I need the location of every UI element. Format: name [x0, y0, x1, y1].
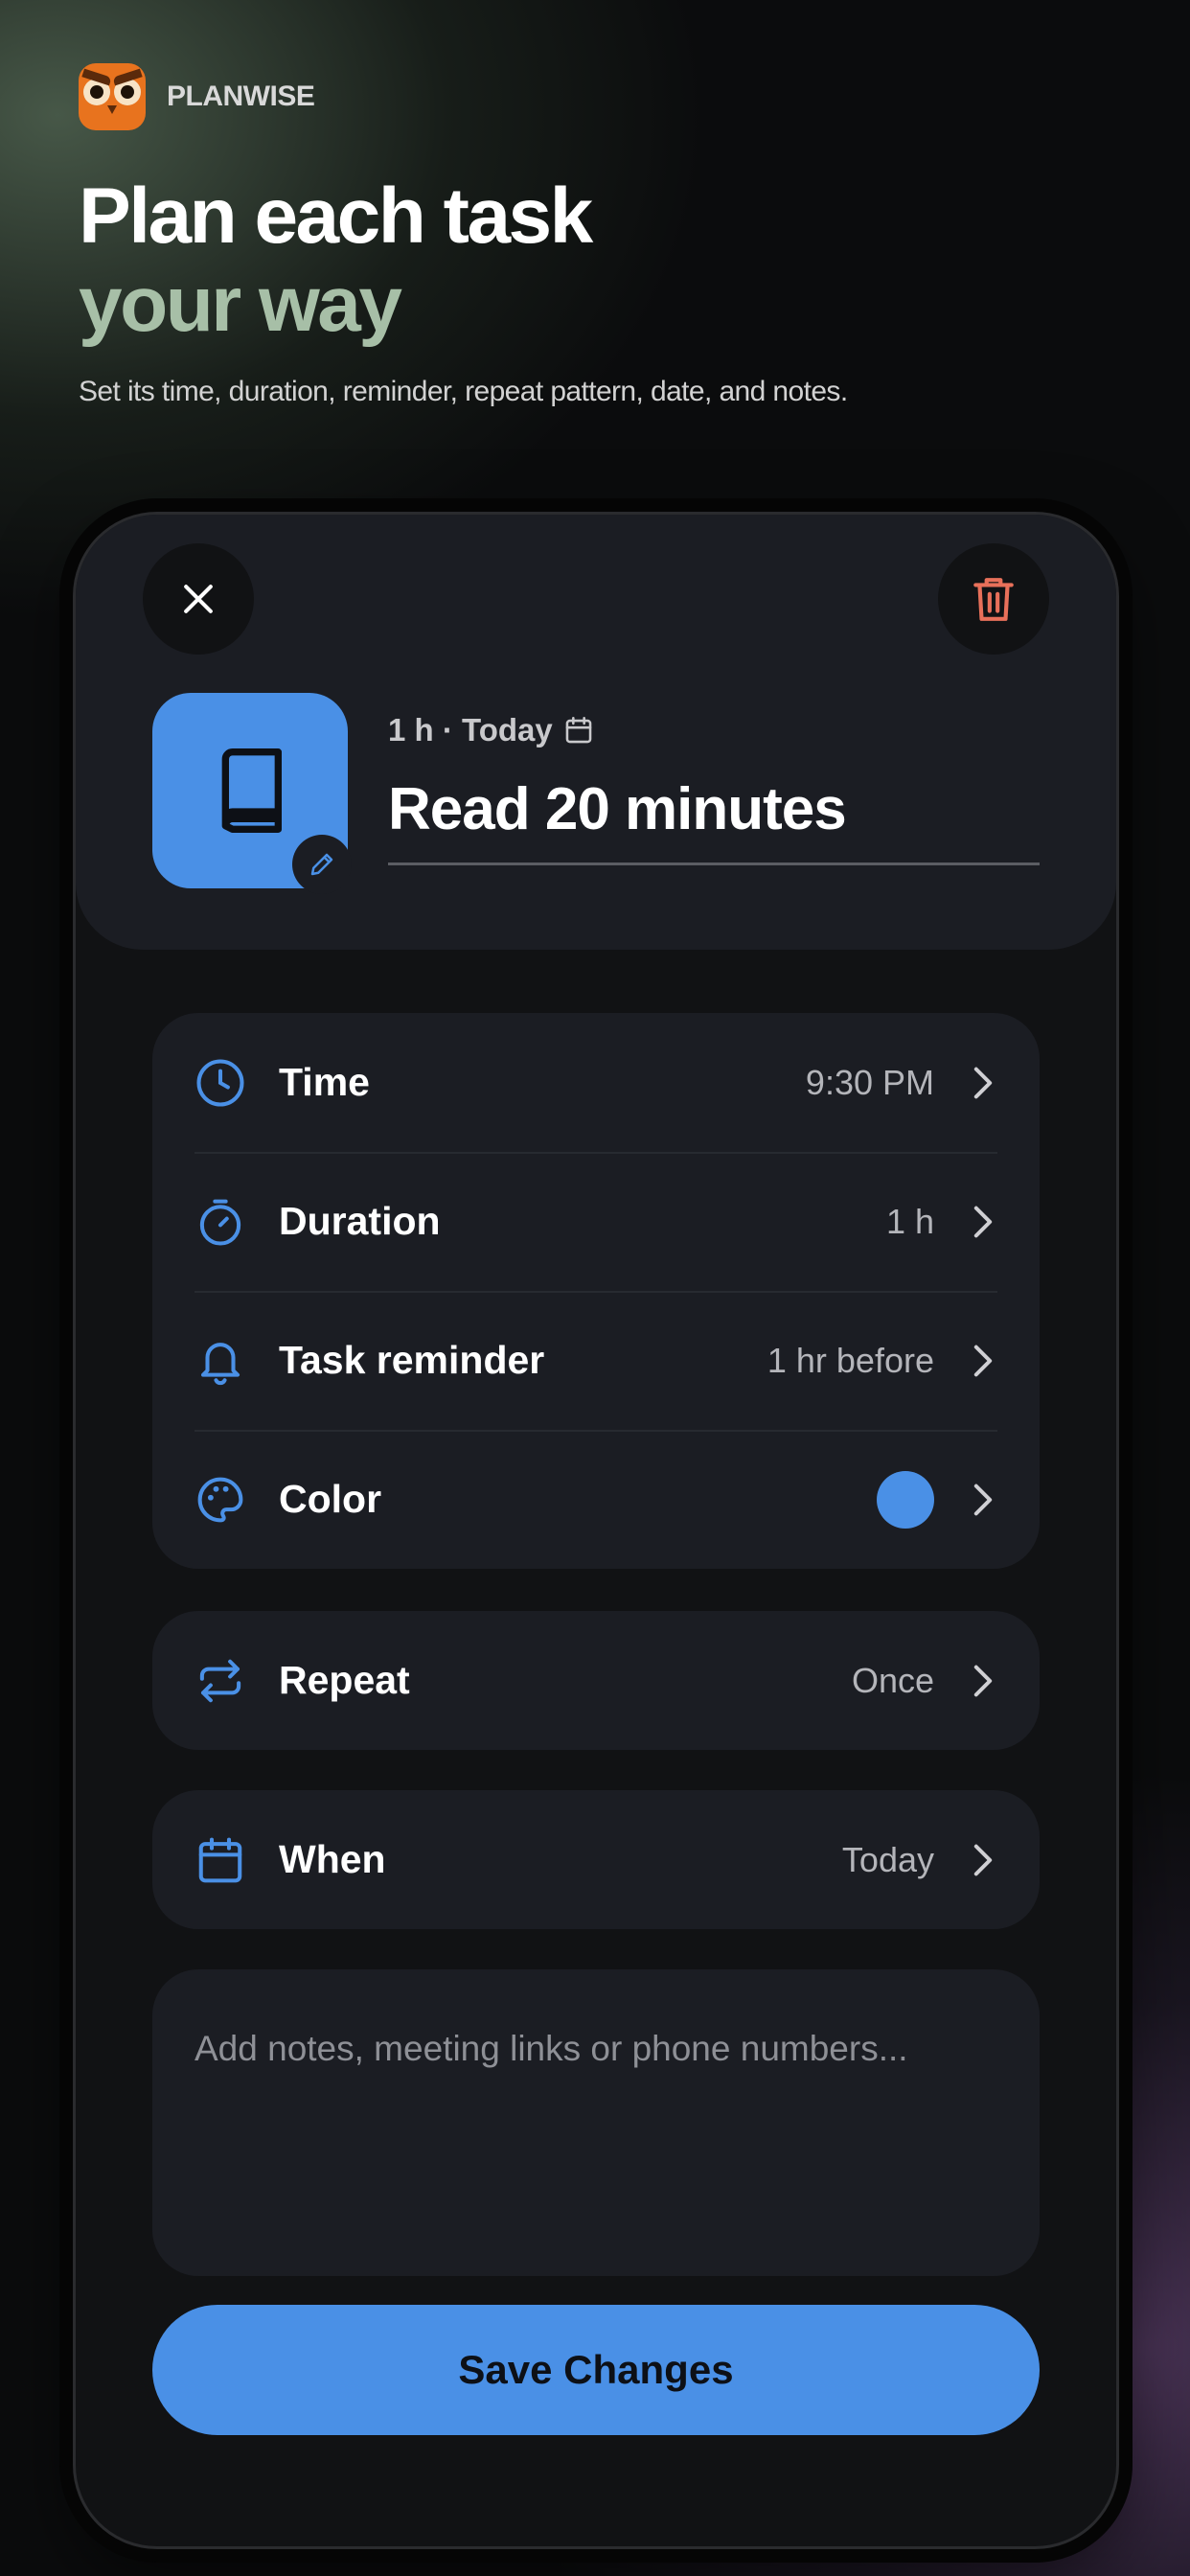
when-value: Today	[841, 1839, 934, 1879]
reminder-label: Task reminder	[279, 1338, 545, 1382]
brand-name: PLANWISE	[167, 80, 315, 112]
hero: Plan each task your way Set its time, du…	[79, 172, 848, 408]
color-row[interactable]: Color	[152, 1430, 1040, 1569]
repeat-value: Once	[851, 1660, 934, 1700]
color-label: Color	[279, 1477, 382, 1521]
clock-icon	[195, 1057, 246, 1109]
phone-frame: 1 h · Today Read 20 minutes Time 9:30 PM…	[73, 512, 1119, 2549]
when-label: When	[279, 1837, 386, 1881]
when-row[interactable]: When Today	[152, 1790, 1040, 1929]
close-button[interactable]	[143, 543, 254, 655]
notes-box	[152, 1969, 1040, 2276]
delete-button[interactable]	[938, 543, 1049, 655]
reminder-value: 1 hr before	[767, 1340, 934, 1380]
duration-value: 1 h	[885, 1201, 934, 1241]
hero-subtitle: Set its time, duration, reminder, repeat…	[79, 376, 848, 407]
chevron-right-icon	[969, 1064, 997, 1102]
color-swatch[interactable]	[877, 1470, 934, 1529]
calendar-icon	[195, 1834, 246, 1886]
time-label: Time	[279, 1060, 370, 1104]
repeat-row[interactable]: Repeat Once	[152, 1611, 1040, 1750]
stopwatch-icon	[195, 1196, 246, 1248]
hero-title-line2: your way	[79, 261, 402, 348]
task-header-sheet: 1 h · Today Read 20 minutes	[76, 515, 1116, 950]
trash-icon	[973, 578, 1014, 621]
book-icon	[221, 748, 282, 833]
close-icon	[184, 585, 213, 613]
owl-logo-icon	[79, 63, 146, 130]
chevron-right-icon	[969, 1203, 997, 1241]
duration-label: Duration	[279, 1199, 441, 1243]
repeat-icon	[195, 1655, 246, 1707]
pencil-icon	[310, 853, 333, 876]
time-row[interactable]: Time 9:30 PM	[152, 1013, 1040, 1152]
calendar-small-icon	[565, 716, 592, 744]
chevron-right-icon	[969, 1841, 997, 1879]
palette-icon	[195, 1474, 246, 1526]
settings-group-when: When Today	[152, 1790, 1040, 1929]
chevron-right-icon	[969, 1342, 997, 1380]
notes-input[interactable]	[195, 2029, 997, 2217]
reminder-row[interactable]: Task reminder 1 hr before	[152, 1291, 1040, 1430]
settings-group-main: Time 9:30 PM Duration 1 h Task reminder …	[152, 1013, 1040, 1569]
repeat-label: Repeat	[279, 1658, 410, 1702]
settings-group-repeat: Repeat Once	[152, 1611, 1040, 1750]
save-changes-button[interactable]: Save Changes	[152, 2305, 1040, 2435]
task-meta: 1 h · Today	[388, 712, 595, 748]
brand: PLANWISE	[79, 63, 315, 130]
duration-row[interactable]: Duration 1 h	[152, 1152, 1040, 1291]
task-title-field[interactable]: Read 20 minutes	[388, 775, 1040, 865]
chevron-right-icon	[969, 1662, 997, 1700]
task-meta-text: 1 h · Today	[388, 712, 553, 748]
time-value: 9:30 PM	[805, 1062, 934, 1102]
chevron-right-icon	[969, 1481, 997, 1519]
edit-icon-button[interactable]	[292, 835, 352, 894]
hero-title-line1: Plan each task	[79, 172, 593, 260]
bell-icon	[195, 1335, 246, 1387]
